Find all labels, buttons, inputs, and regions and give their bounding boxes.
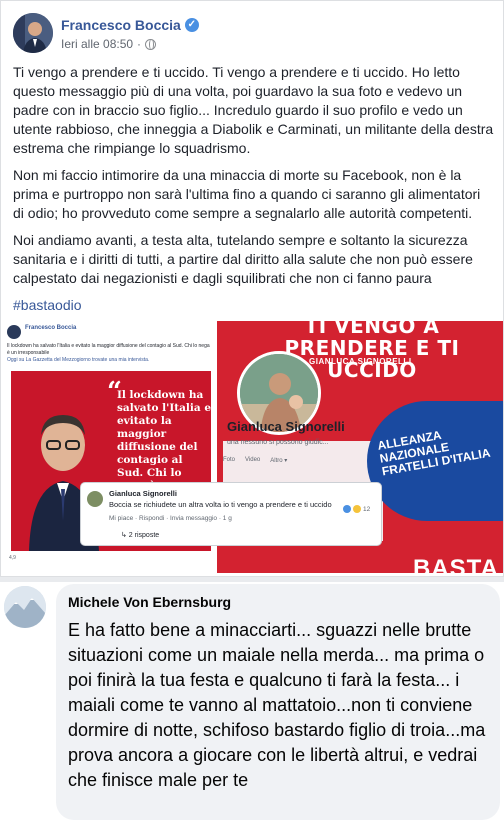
profile-tab: Altro ▾ [270,458,288,464]
comment-replies: ↳ 2 risposte [121,532,160,539]
hashtag-link[interactable]: #bastaodio [13,296,495,315]
post-paragraph: Noi andiamo avanti, a testa alta, tutela… [13,232,473,286]
mini-author: Francesco Boccia [25,325,77,331]
post-body: Ti vengo a prendere e ti uccido. Ti veng… [13,63,495,323]
profile-tab: Video [245,457,261,463]
comment-avatar [87,491,103,507]
mini-text: Il lockdown ha salvato l'Italia e evitat… [7,343,210,356]
like-icon [343,505,351,513]
mini-post-header: Francesco Boccia [7,325,213,345]
mini-link: Oggi su La Gazzetta del Mezzogiorno trov… [7,357,150,363]
comment-actions: Mi piace · Rispondi · Invia messaggio · … [109,515,232,522]
haha-icon [353,505,361,513]
post-image[interactable]: Francesco Boccia Il lockdown ha salvato … [1,321,503,573]
comment-reactions: 12 [343,505,370,513]
post-header: Francesco Boccia ✓ Ieri alle 08:50 · [13,13,493,57]
author-avatar[interactable] [13,13,53,53]
profile-tabs: Foto Video Altro ▾ [223,457,287,464]
profile-subtitle: una nessuno si possono giudic... [227,439,329,446]
comment-text: Boccia se richiudete un altra volta io t… [109,500,332,509]
reaction-count: 12 [363,505,371,513]
commenter-avatar[interactable] [4,586,46,628]
comment-author: Gianluca Signorelli [109,489,177,498]
author-name[interactable]: Francesco Boccia [61,17,181,33]
meta-separator: · [137,37,142,51]
post-paragraph: Ti vengo a prendere e ti uccido. Ti veng… [13,64,494,156]
mini-reactions: 4,9 [9,555,16,561]
bottom-word: BASTA [413,555,499,573]
commenter-name[interactable]: Michele Von Ebernsburg [68,594,231,610]
second-comment: Michele Von Ebernsburg E ha fatto bene a… [0,582,504,824]
post-paragraph: Non mi faccio intimorire da una minaccia… [13,167,481,221]
profile-tab: Foto [223,457,236,463]
facebook-post: Francesco Boccia ✓ Ieri alle 08:50 · Ti … [0,0,504,577]
verified-icon: ✓ [184,18,199,32]
party-text: ALLEANZA NAZIONALE FRATELLI D'ITALIA [376,427,492,479]
post-meta: Ieri alle 08:50 · [61,37,157,51]
globe-icon[interactable] [145,38,157,50]
comment-body: E ha fatto bene a minacciarti... sguazzi… [68,620,486,790]
party-logo: ALLEANZA NAZIONALE FRATELLI D'ITALIA [367,401,503,521]
post-timestamp[interactable]: Ieri alle 08:50 [61,37,133,51]
profile-name: Gianluca Signorelli [227,419,345,434]
headline-name: GIANLUCA SIGNORELLI [309,357,412,366]
comment-bubble: Michele Von Ebernsburg E ha fatto bene a… [56,584,500,820]
screenshot-comment: Gianluca Signorelli Boccia se richiudete… [81,483,381,545]
mini-avatar [7,325,21,339]
author-name-row: Francesco Boccia ✓ [61,17,199,33]
